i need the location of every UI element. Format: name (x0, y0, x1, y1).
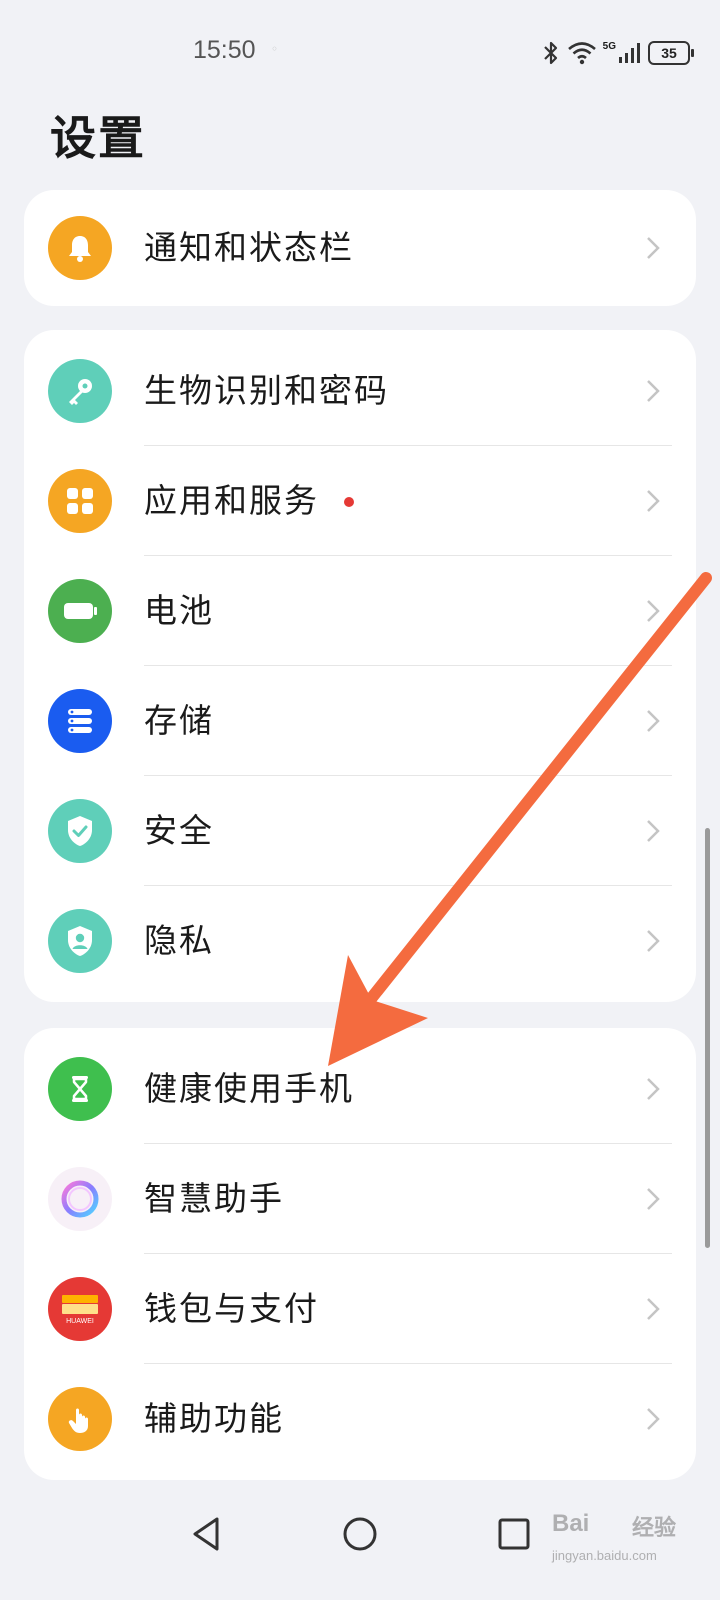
chevron-right-icon (647, 380, 660, 402)
settings-group-system: 生物识别和密码 应用和服务 电池 存储 安全 隐私 (24, 330, 696, 1002)
settings-group-notifications: 通知和状态栏 (24, 190, 696, 306)
bell-icon (48, 216, 112, 280)
settings-item-digital-balance[interactable]: 健康使用手机 (24, 1034, 696, 1144)
wallet-icon: HUAWEI (48, 1277, 112, 1341)
settings-item-privacy[interactable]: 隐私 (24, 886, 696, 996)
wallet-brand-text: HUAWEI (66, 1318, 94, 1325)
chevron-right-icon (647, 1188, 660, 1210)
settings-item-label: 安全 (144, 811, 214, 850)
status-icons: 5G 35 (541, 36, 694, 70)
settings-item-wallet[interactable]: HUAWEI 钱包与支付 (24, 1254, 696, 1364)
apps-icon (48, 469, 112, 533)
settings-item-label: 通知和状态栏 (144, 228, 354, 267)
notification-dot-icon: ◦ (271, 42, 279, 56)
status-time: 15:50 (193, 36, 256, 64)
settings-item-label: 钱包与支付 (144, 1289, 319, 1328)
key-icon (48, 359, 112, 423)
recents-icon (498, 1518, 530, 1550)
chevron-right-icon (647, 710, 660, 732)
notification-badge (344, 497, 354, 507)
shield-check-icon (48, 799, 112, 863)
home-icon (343, 1517, 377, 1551)
chevron-right-icon (647, 930, 660, 952)
wifi-icon (567, 42, 596, 65)
battery-icon (48, 579, 112, 643)
chevron-right-icon (647, 820, 660, 842)
chevron-right-icon (647, 1298, 660, 1320)
settings-item-accessibility[interactable]: 辅助功能 (24, 1364, 696, 1474)
recents-button[interactable] (484, 1504, 544, 1564)
bluetooth-icon (543, 41, 557, 65)
home-button[interactable] (330, 1504, 390, 1564)
navigation-bar (0, 1480, 720, 1600)
settings-item-label: 辅助功能 (144, 1399, 284, 1438)
privacy-icon (48, 909, 112, 973)
settings-item-label: 健康使用手机 (144, 1069, 354, 1108)
chevron-right-icon (647, 490, 660, 512)
settings-item-storage[interactable]: 存储 (24, 666, 696, 776)
settings-item-security[interactable]: 安全 (24, 776, 696, 886)
settings-item-biometrics[interactable]: 生物识别和密码 (24, 336, 696, 446)
back-button[interactable] (176, 1504, 236, 1564)
settings-item-label: 电池 (144, 591, 214, 630)
settings-item-assistant[interactable]: 智慧助手 (24, 1144, 696, 1254)
network-type: 5G (602, 40, 616, 52)
watermark-url: jingyan.baidu.com (552, 1548, 657, 1563)
hourglass-icon (48, 1057, 112, 1121)
settings-item-label: 隐私 (144, 921, 214, 960)
settings-item-label: 应用和服务 (144, 481, 319, 520)
settings-item-notifications[interactable]: 通知和状态栏 (24, 190, 696, 306)
settings-item-battery[interactable]: 电池 (24, 556, 696, 666)
settings-item-label: 生物识别和密码 (144, 371, 389, 410)
chevron-right-icon (647, 237, 660, 259)
back-icon (193, 1517, 219, 1551)
watermark-brand-cn: 经验 (632, 1516, 677, 1541)
chevron-right-icon (647, 1078, 660, 1100)
battery-icon: 35 (648, 41, 694, 65)
signal-icon (619, 43, 640, 63)
watermark-brand: Bai (552, 1510, 590, 1537)
settings-item-label: 存储 (144, 701, 214, 740)
chevron-right-icon (647, 1408, 660, 1430)
storage-icon (48, 689, 112, 753)
settings-item-apps[interactable]: 应用和服务 (24, 446, 696, 556)
accessibility-icon (48, 1387, 112, 1451)
scrollbar[interactable] (705, 828, 710, 1248)
status-bar: 15:50 ◦ 5G 35 (0, 0, 720, 100)
settings-item-label: 智慧助手 (144, 1179, 284, 1218)
assistant-icon (48, 1167, 112, 1231)
page-title: 设置 (50, 111, 146, 165)
chevron-right-icon (647, 600, 660, 622)
settings-group-services: 健康使用手机 智慧助手 HUAWEI 钱包与支付 辅助功能 (24, 1028, 696, 1480)
